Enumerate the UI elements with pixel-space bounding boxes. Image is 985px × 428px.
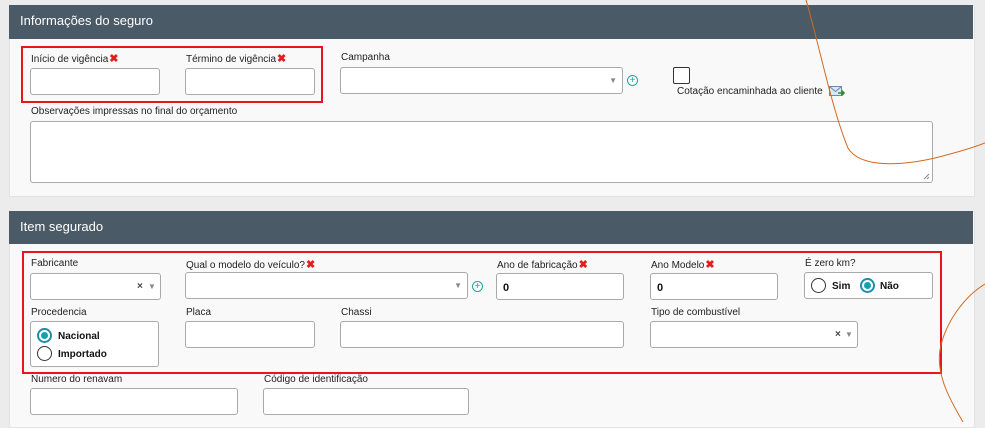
highlight-box-dates	[21, 46, 323, 103]
highlight-box-vehicle	[22, 251, 942, 374]
id-code-label: Código de identificação	[264, 374, 368, 385]
id-code-input[interactable]	[263, 388, 469, 415]
forwarded-label: Cotação encaminhada ao cliente	[677, 86, 823, 97]
insured-item-panel-header: Item segurado	[9, 211, 973, 244]
notes-label: Observações impressas no final do orçame…	[31, 106, 238, 117]
renavam-input[interactable]	[30, 388, 238, 415]
renavam-label: Numero do renavam	[31, 374, 123, 385]
forwarded-checkbox[interactable]	[673, 67, 690, 84]
insurance-panel-title: Informações do seguro	[20, 13, 153, 28]
mail-send-icon[interactable]	[829, 85, 845, 97]
insured-item-panel-title: Item segurado	[20, 219, 104, 234]
add-campaign-icon[interactable]: +	[627, 75, 638, 86]
insurance-panel-header: Informações do seguro	[9, 5, 973, 39]
notes-textarea[interactable]	[30, 121, 933, 183]
campaign-select[interactable]: ▼	[340, 67, 623, 94]
resize-handle-icon[interactable]	[923, 173, 930, 180]
campaign-label: Campanha	[341, 52, 390, 63]
chevron-down-icon: ▼	[609, 76, 617, 85]
